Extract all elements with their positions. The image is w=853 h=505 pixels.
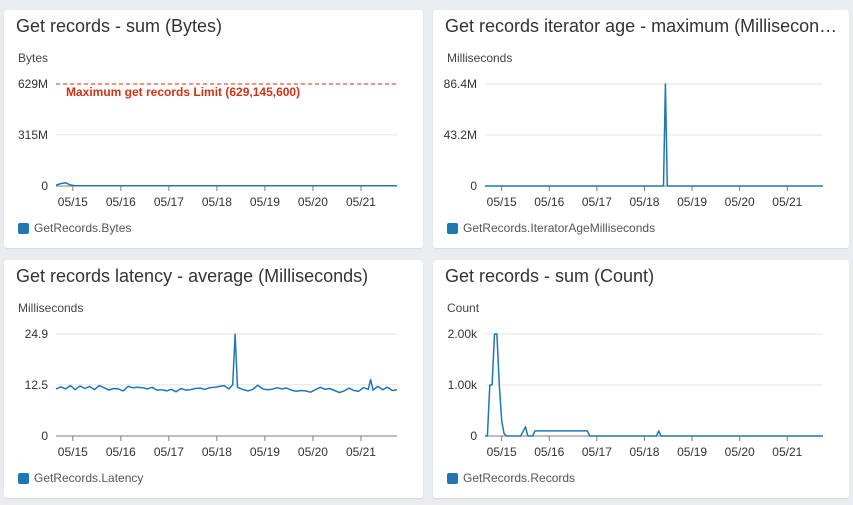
y-tick-label: 2.00k <box>448 327 478 341</box>
legend[interactable]: GetRecords.Latency <box>18 471 143 485</box>
legend-label: GetRecords.Latency <box>34 471 144 485</box>
y-tick-label: 315M <box>18 128 48 142</box>
line-chart[interactable]: 0 1.00k 2.00k 05/15 05/16 05/17 05/18 05/19 05/2… <box>433 260 849 470</box>
x-tick-label: 05/16 <box>106 445 136 459</box>
y-tick-label: 24.9 <box>25 327 49 341</box>
x-tick-label: 05/18 <box>202 195 232 209</box>
annotation-label: Maximum get records Limit (629,145,600) <box>66 85 300 99</box>
series-line <box>55 182 397 187</box>
chart-widget-latency: Get records latency - average (Milliseco… <box>4 260 423 498</box>
x-tick-label: 05/21 <box>346 195 376 209</box>
x-tick-label: 05/20 <box>725 195 755 209</box>
x-tick-label: 05/20 <box>725 445 755 459</box>
x-tick-label: 05/16 <box>106 195 136 209</box>
legend-swatch <box>18 222 29 234</box>
legend-swatch <box>447 222 458 234</box>
x-tick-label: 05/15 <box>58 445 88 459</box>
legend-swatch <box>447 472 458 484</box>
x-tick-label: 05/18 <box>629 445 659 459</box>
legend[interactable]: GetRecords.IteratorAgeMilliseconds <box>447 221 655 235</box>
legend-label: GetRecords.IteratorAgeMilliseconds <box>463 221 656 235</box>
chart-widget-bytes: Get records - sum (Bytes) Bytes 0 315M 629… <box>4 10 423 248</box>
y-tick-label: 12.5 <box>25 378 49 392</box>
x-tick-label: 05/18 <box>202 445 232 459</box>
chart-widget-records: Get records - sum (Count) Count 0 1.00k 2.… <box>433 260 849 498</box>
series-line <box>55 333 398 394</box>
x-tick-label: 05/16 <box>534 445 564 459</box>
x-tick-label: 05/15 <box>487 195 517 209</box>
y-tick-label: 0 <box>470 179 477 193</box>
x-tick-label: 05/19 <box>250 445 280 459</box>
y-tick-label: 0 <box>41 179 48 193</box>
x-tick-label: 05/19 <box>250 195 280 209</box>
y-tick-label: 0 <box>41 429 48 443</box>
x-tick-label: 05/15 <box>58 195 88 209</box>
x-tick-label: 05/18 <box>629 195 659 209</box>
legend-swatch <box>18 472 29 484</box>
legend[interactable]: GetRecords.Bytes <box>18 221 131 235</box>
x-tick-label: 05/15 <box>487 445 517 459</box>
y-tick-label: 1.00k <box>448 378 478 392</box>
legend-label: GetRecords.Records <box>463 471 576 485</box>
x-tick-label: 05/20 <box>298 445 328 459</box>
x-tick-label: 05/21 <box>346 445 376 459</box>
x-tick-label: 05/20 <box>298 195 328 209</box>
x-tick-label: 05/17 <box>154 445 184 459</box>
y-tick-label: 43.2M <box>444 128 477 142</box>
legend[interactable]: GetRecords.Records <box>447 471 575 485</box>
line-chart[interactable]: 0 43.2M 86.4M 05/15 05/16 05/17 05/18 05/19 05/2… <box>433 10 849 220</box>
x-tick-label: 05/17 <box>154 195 184 209</box>
y-tick-label: 629M <box>18 77 48 91</box>
chart-widget-iterator-age: Get records iterator age - maximum (Mill… <box>433 10 849 248</box>
line-chart[interactable]: 0 12.5 24.9 05/15 05/16 05/17 05/18 05/19 05/20 0… <box>4 260 423 470</box>
x-tick-label: 05/17 <box>582 445 612 459</box>
x-tick-label: 05/21 <box>772 195 802 209</box>
y-tick-label: 0 <box>470 429 477 443</box>
x-tick-label: 05/16 <box>534 195 564 209</box>
y-tick-label: 86.4M <box>444 77 477 91</box>
x-tick-label: 05/21 <box>772 445 802 459</box>
x-tick-label: 05/19 <box>677 195 707 209</box>
x-tick-label: 05/19 <box>677 445 707 459</box>
line-chart[interactable]: 0 315M 629M 05/15 05/16 05/17 05/18 05/19 05/20 0… <box>4 10 423 220</box>
legend-label: GetRecords.Bytes <box>34 221 132 235</box>
x-tick-label: 05/17 <box>582 195 612 209</box>
